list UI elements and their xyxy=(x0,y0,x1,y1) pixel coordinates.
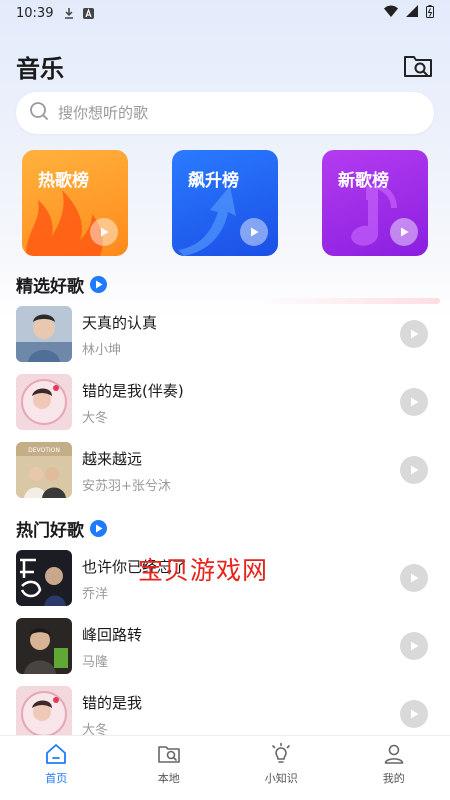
song-row[interactable]: DEVOTION 越来越远 安苏羽+张兮沐 xyxy=(0,442,450,510)
play-icon[interactable] xyxy=(400,700,428,728)
notification-a-icon xyxy=(83,7,95,19)
song-title: 越来越远 xyxy=(82,450,143,468)
watermark: 宝贝游戏网 xyxy=(138,556,269,585)
tab-mine[interactable]: 我的 xyxy=(338,736,450,800)
song-cover: DEVOTION xyxy=(16,442,72,498)
section-hot-title: 热门好歌 xyxy=(16,516,107,541)
page-title: 音乐 xyxy=(16,54,64,83)
song-artist: 安苏羽+张兮沐 xyxy=(82,479,171,494)
search-bar[interactable] xyxy=(16,92,434,134)
signal-icon xyxy=(406,5,418,21)
search-icon xyxy=(28,100,50,126)
battery-icon xyxy=(426,4,434,22)
song-cover xyxy=(16,618,72,674)
bottom-tab-bar: 首页 本地 小知识 我的 xyxy=(0,735,450,800)
folder-search-icon xyxy=(404,56,432,77)
tab-home[interactable]: 首页 xyxy=(0,736,113,800)
play-icon[interactable] xyxy=(400,388,428,416)
local-music-button[interactable] xyxy=(402,50,434,82)
song-cover xyxy=(16,686,72,742)
song-artist: 乔洋 xyxy=(82,587,109,602)
song-title: 峰回路转 xyxy=(82,626,143,644)
chart-cards: 热歌榜 飙升榜 新歌榜 xyxy=(22,150,428,256)
header: 音乐 xyxy=(16,48,434,84)
song-row[interactable]: 峰回路转 马隆 xyxy=(0,618,450,686)
tab-label: 本地 xyxy=(157,772,180,785)
status-bar: 10:39 xyxy=(0,0,450,26)
song-title: 天真的认真 xyxy=(82,314,158,332)
tab-knowledge[interactable]: 小知识 xyxy=(225,736,338,800)
wifi-icon xyxy=(384,5,398,21)
song-cover xyxy=(16,374,72,430)
user-icon xyxy=(384,744,404,764)
chart-label-hot: 热歌榜 xyxy=(38,171,89,191)
song-cover xyxy=(16,306,72,362)
tab-label: 小知识 xyxy=(264,772,298,785)
section-hot-label: 热门好歌 xyxy=(16,521,84,541)
play-icon[interactable] xyxy=(390,218,418,246)
tab-label: 我的 xyxy=(382,772,405,785)
song-cover xyxy=(16,550,72,606)
tab-label: 首页 xyxy=(45,772,68,785)
chart-label-rise: 飙升榜 xyxy=(188,171,239,191)
song-artist: 林小坤 xyxy=(82,343,122,358)
chart-label-new: 新歌榜 xyxy=(338,171,389,191)
download-icon xyxy=(63,7,75,19)
section-featured-label: 精选好歌 xyxy=(16,277,84,297)
play-icon[interactable] xyxy=(400,456,428,484)
cover-text: DEVOTION xyxy=(28,447,60,454)
home-icon xyxy=(46,744,67,764)
chart-card-new[interactable]: 新歌榜 xyxy=(322,150,428,256)
search-input[interactable] xyxy=(58,104,398,122)
song-row[interactable]: 天真的认真 林小坤 xyxy=(0,306,450,374)
section-featured-title: 精选好歌 xyxy=(16,272,107,297)
song-title: 错的是我 xyxy=(82,694,143,712)
play-icon[interactable] xyxy=(400,564,428,592)
chart-card-hot[interactable]: 热歌榜 xyxy=(22,150,128,256)
local-folder-icon xyxy=(157,746,180,763)
tab-local[interactable]: 本地 xyxy=(113,736,226,800)
play-all-icon[interactable] xyxy=(90,520,107,537)
play-icon[interactable] xyxy=(240,218,268,246)
play-icon[interactable] xyxy=(400,320,428,348)
play-icon[interactable] xyxy=(90,218,118,246)
status-time: 10:39 xyxy=(16,5,54,21)
section-divider xyxy=(260,298,440,304)
song-title: 错的是我(伴奏) xyxy=(82,382,184,400)
play-all-icon[interactable] xyxy=(90,276,107,293)
play-icon[interactable] xyxy=(400,632,428,660)
chart-card-rise[interactable]: 飙升榜 xyxy=(172,150,278,256)
song-artist: 大冬 xyxy=(82,411,109,426)
song-row[interactable]: 错的是我(伴奏) 大冬 xyxy=(0,374,450,442)
song-artist: 马隆 xyxy=(82,655,109,670)
bulb-icon xyxy=(272,742,291,763)
